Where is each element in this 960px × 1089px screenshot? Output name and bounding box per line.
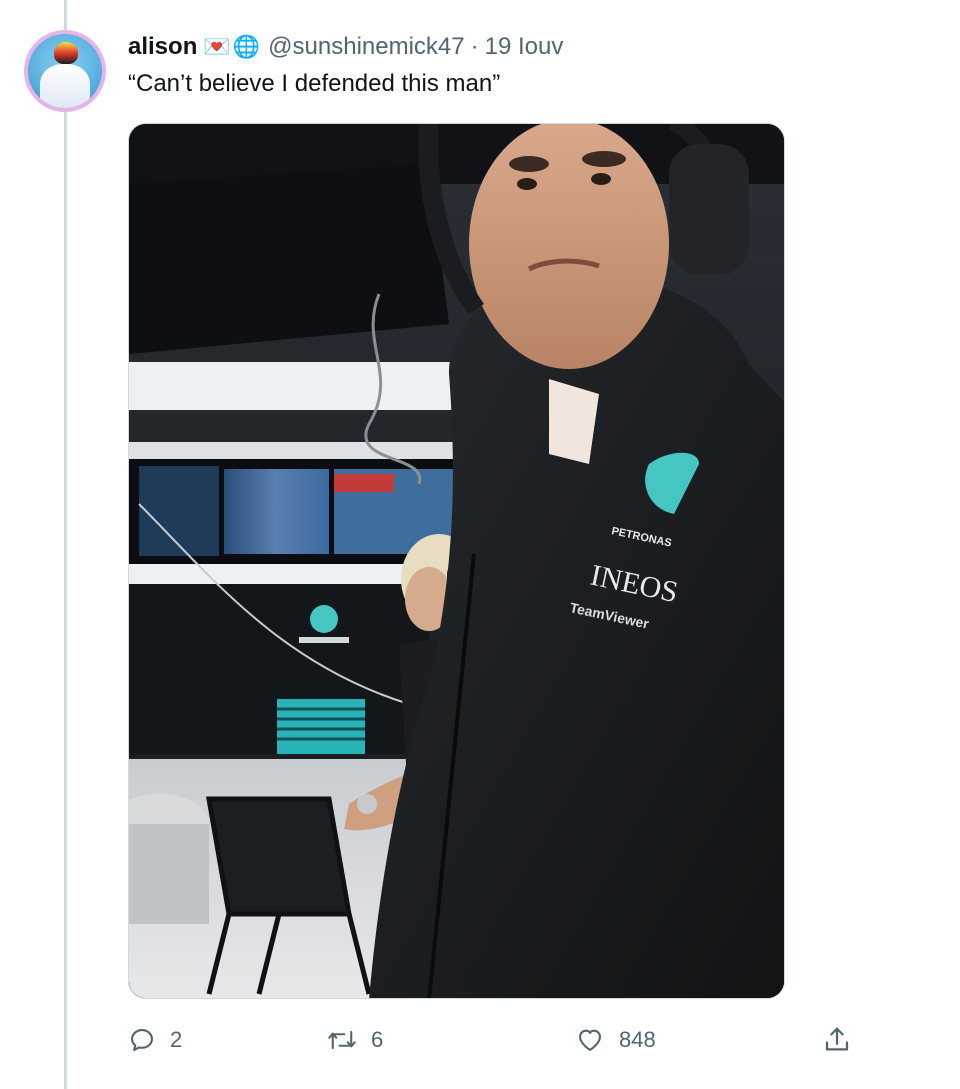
reply-button[interactable]: 2 xyxy=(128,1022,182,1058)
petronas-logo-wall xyxy=(310,605,338,633)
author-display-name[interactable]: alison xyxy=(128,33,197,61)
retweet-icon xyxy=(327,1026,357,1054)
avatar-figure xyxy=(40,64,90,108)
headset-earcup xyxy=(669,144,749,274)
right-eyebrow xyxy=(582,151,626,167)
reply-count: 2 xyxy=(170,1027,183,1052)
tweet-date[interactable]: 19 Iouv xyxy=(485,33,564,61)
monitor-2 xyxy=(224,469,329,554)
tweet-actions: 2 6 848 xyxy=(128,1022,858,1058)
like-button[interactable]: 848 xyxy=(575,1022,656,1058)
photo-illustration: PETRONAS INEOS TeamViewer xyxy=(129,124,784,998)
avatar-image xyxy=(28,34,102,108)
love-letter-emoji: 💌 xyxy=(203,34,231,59)
thread-line xyxy=(64,0,67,1089)
person-watch xyxy=(357,794,377,814)
globe-emoji: 🌐 xyxy=(232,34,261,59)
retweet-count: 6 xyxy=(371,1027,384,1052)
share-button[interactable] xyxy=(822,1022,852,1058)
retweet-button[interactable]: 6 xyxy=(327,1022,383,1058)
ceiling-panel xyxy=(129,164,449,354)
table-base xyxy=(129,824,209,924)
monitor-3-red xyxy=(334,474,394,492)
header-separator: · xyxy=(470,33,479,60)
right-eye xyxy=(591,173,611,185)
tweet-media-photo[interactable]: PETRONAS INEOS TeamViewer xyxy=(128,123,785,999)
left-eye xyxy=(517,178,537,190)
avatar-helmet xyxy=(54,42,78,64)
teal-led-panel xyxy=(277,699,365,754)
face xyxy=(469,124,669,369)
tweet-text: “Can’t believe I defended this man” xyxy=(128,70,501,97)
tweet-header: alison 💌 🌐 @sunshinemick47 · 19 Iouv xyxy=(128,32,563,62)
monitor-1 xyxy=(139,466,219,556)
reply-icon xyxy=(128,1026,156,1054)
avatar[interactable] xyxy=(24,30,106,112)
petronas-text-wall xyxy=(299,637,349,643)
share-icon xyxy=(822,1025,852,1055)
heart-icon xyxy=(575,1026,605,1054)
author-handle[interactable]: @sunshinemick47 xyxy=(268,33,464,61)
left-eyebrow xyxy=(509,156,549,172)
like-count: 848 xyxy=(619,1027,656,1052)
